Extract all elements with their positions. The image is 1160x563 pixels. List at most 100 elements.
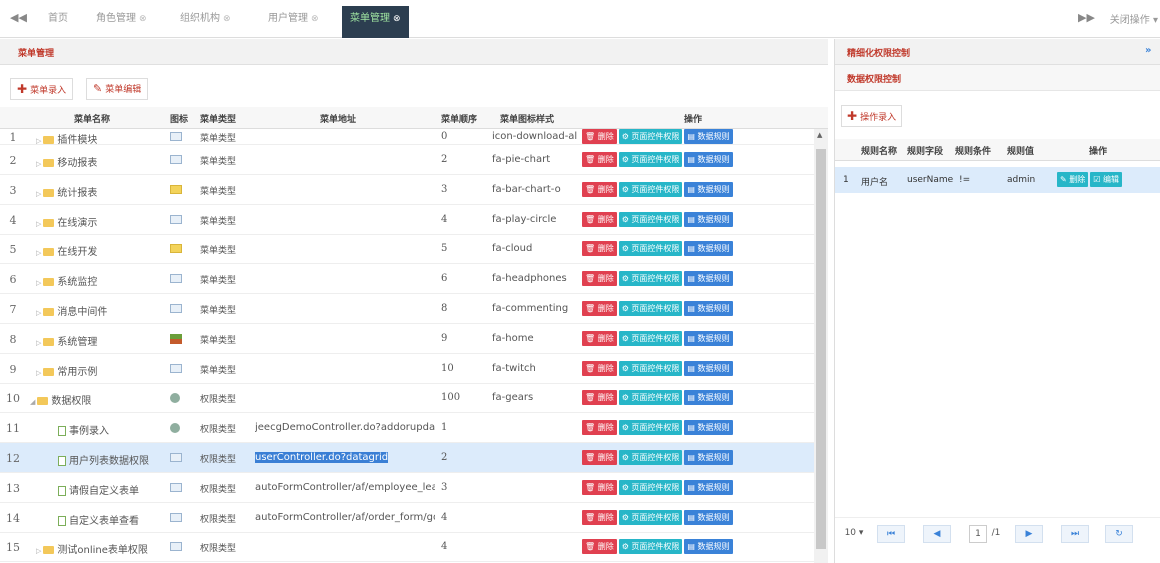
rule-row[interactable]: 1 用户名 userName != admin ✎ 删除 ☑ 编辑	[835, 167, 1160, 193]
close-operations-menu[interactable]: 关闭操作 ▾	[1110, 11, 1158, 26]
page-permission-button[interactable]: ⚙ 页面控件权限	[618, 301, 683, 316]
last-page-button[interactable]: ⏭	[1061, 525, 1089, 543]
column-header[interactable]: 菜单类型	[200, 112, 236, 125]
table-row[interactable]: 10 ◢ 数据权限 权限类型 100 fa-gears 🗑 删除 ⚙ 页面控件权限 ▤ 数据规则	[0, 383, 814, 414]
delete-button[interactable]: 🗑 删除	[582, 301, 617, 316]
close-icon[interactable]: ⊗	[393, 14, 401, 24]
table-row[interactable]: 11 事例录入 权限类型 jeecgDemoController.do?addorup…	[0, 413, 814, 444]
data-rule-button[interactable]: ▤ 数据规则	[684, 450, 733, 465]
delete-button[interactable]: 🗑 删除	[582, 450, 617, 465]
delete-button[interactable]: 🗑 删除	[582, 360, 617, 376]
column-header[interactable]: 菜单顺序	[441, 112, 477, 125]
prev-page-button[interactable]: ◀	[923, 525, 951, 543]
table-row[interactable]: 3 ▷ 统计报表 菜单类型 3 fa-bar-chart-o 🗑 删除 ⚙ 页面控件权限 ▤ 数…	[0, 175, 814, 205]
column-header[interactable]: 菜单地址	[320, 112, 356, 125]
delete-button[interactable]: 🗑 删除	[582, 479, 617, 495]
close-icon[interactable]: ⊗	[139, 14, 147, 24]
page-permission-button[interactable]: ⚙ 页面控件权限	[618, 129, 683, 144]
tab-user-management[interactable]: 用户管理 ⊗	[268, 6, 319, 38]
column-header[interactable]: 菜单图标样式	[500, 112, 554, 125]
table-row[interactable]: 6 ▷ 系统监控 菜单类型 6 fa-headphones 🗑 删除 ⚙ 页面控件权限 ▤ 数据…	[0, 264, 814, 295]
tab-menu-management[interactable]: 菜单管理 ⊗	[342, 6, 409, 38]
page-permission-button[interactable]: ⚙ 页面控件权限	[618, 152, 683, 167]
add-operation-button[interactable]: ✚ 操作录入	[841, 105, 903, 127]
page-permission-button[interactable]: ⚙ 页面控件权限	[618, 539, 683, 555]
expand-icon[interactable]: ▷	[36, 369, 41, 377]
table-row[interactable]: 5 ▷ 在线开发 菜单类型 5 fa-cloud 🗑 删除 ⚙ 页面控件权限 ▤ 数据规则	[0, 234, 814, 265]
expand-icon[interactable]: ▷	[36, 279, 41, 287]
table-row[interactable]: 9 ▷ 常用示例 菜单类型 10 fa-twitch 🗑 删除 ⚙ 页面控件权限 ▤ 数据规则	[0, 354, 814, 384]
data-rule-button[interactable]: ▤ 数据规则	[684, 479, 733, 495]
page-permission-button[interactable]: ⚙ 页面控件权限	[618, 420, 683, 436]
scroll-right-icon[interactable]: ▶▶	[1078, 11, 1095, 24]
data-rule-button[interactable]: ▤ 数据规则	[684, 181, 733, 197]
data-rule-button[interactable]: ▤ 数据规则	[684, 539, 733, 555]
column-header[interactable]: 规则字段	[907, 144, 943, 157]
table-row[interactable]: 15 ▷ 测试online表单权限 权限类型 4 🗑 删除 ⚙ 页面控件权限 ▤ 数据规则	[0, 532, 814, 563]
column-header[interactable]: 操作	[684, 112, 702, 125]
data-rule-button[interactable]: ▤ 数据规则	[684, 390, 733, 406]
table-row[interactable]: 4 ▷ 在线演示 菜单类型 4 fa-play-circle 🗑 删除 ⚙ 页面控件权限 ▤ 数…	[0, 205, 814, 235]
delete-button[interactable]: 🗑 删除	[582, 539, 617, 555]
table-row[interactable]: 2 ▷ 移动报表 菜单类型 2 fa-pie-chart 🗑 删除 ⚙ 页面控件权限 ▤ 数据规…	[0, 145, 814, 175]
column-header[interactable]: 规则值	[1007, 144, 1034, 157]
delete-button[interactable]: 🗑 删除	[582, 129, 617, 144]
page-permission-button[interactable]: ⚙ 页面控件权限	[618, 181, 683, 197]
expand-icon[interactable]: ▷	[36, 160, 41, 168]
delete-button[interactable]: 🗑 删除	[582, 241, 617, 257]
data-rule-button[interactable]: ▤ 数据规则	[684, 129, 733, 144]
scroll-up-icon[interactable]: ▲	[817, 131, 822, 139]
tab-organization[interactable]: 组织机构 ⊗	[180, 6, 231, 38]
delete-rule-button[interactable]: ✎ 删除	[1057, 172, 1089, 187]
table-row[interactable]: 12 用户列表数据权限 权限类型 userController.do?datagrid…	[0, 443, 814, 473]
page-permission-button[interactable]: ⚙ 页面控件权限	[618, 271, 683, 287]
table-row[interactable]: 13 请假自定义表单 权限类型 autoFormController/af/emplo…	[0, 473, 814, 503]
column-header[interactable]: 菜单名称	[74, 112, 110, 125]
close-icon[interactable]: ⊗	[311, 14, 319, 24]
column-header[interactable]: 规则条件	[955, 144, 991, 157]
next-page-button[interactable]: ▶	[1015, 525, 1043, 543]
vertical-scrollbar[interactable]: ▲	[814, 129, 828, 563]
expand-icon[interactable]: ▷	[36, 249, 41, 257]
expand-icon[interactable]: ▷	[36, 220, 41, 228]
page-number-input[interactable]: 1	[969, 525, 987, 543]
tab-role-management[interactable]: 角色管理 ⊗	[96, 6, 147, 38]
page-permission-button[interactable]: ⚙ 页面控件权限	[618, 479, 683, 495]
data-rule-button[interactable]: ▤ 数据规则	[684, 509, 733, 525]
data-rule-button[interactable]: ▤ 数据规则	[684, 360, 733, 376]
data-rule-button[interactable]: ▤ 数据规则	[684, 330, 733, 346]
delete-button[interactable]: 🗑 删除	[582, 390, 617, 406]
page-size-select[interactable]: 10 ▾	[841, 525, 867, 543]
page-permission-button[interactable]: ⚙ 页面控件权限	[618, 450, 683, 465]
first-page-button[interactable]: ⏮	[877, 525, 905, 543]
delete-button[interactable]: 🗑 删除	[582, 330, 617, 346]
delete-button[interactable]: 🗑 删除	[582, 181, 617, 197]
expand-icon[interactable]: ▷	[36, 190, 41, 198]
column-header[interactable]: 操作	[1089, 144, 1107, 157]
table-row[interactable]: 8 ▷ 系统管理 菜单类型 9 fa-home 🗑 删除 ⚙ 页面控件权限 ▤ 数据规则	[0, 324, 814, 354]
page-permission-button[interactable]: ⚙ 页面控件权限	[618, 390, 683, 406]
table-row[interactable]: 14 自定义表单查看 权限类型 autoFormController/af/order…	[0, 503, 814, 533]
add-menu-button[interactable]: ✚ 菜单录入	[10, 78, 74, 100]
column-header[interactable]: 规则名称	[861, 144, 897, 157]
data-rule-button[interactable]: ▤ 数据规则	[684, 420, 733, 436]
expand-icon[interactable]: ▷	[36, 137, 41, 145]
data-rule-button[interactable]: ▤ 数据规则	[684, 301, 733, 316]
data-rule-button[interactable]: ▤ 数据规则	[684, 211, 733, 227]
collapse-icon[interactable]: ◢	[30, 398, 35, 406]
page-permission-button[interactable]: ⚙ 页面控件权限	[618, 330, 683, 346]
delete-button[interactable]: 🗑 删除	[582, 420, 617, 436]
delete-button[interactable]: 🗑 删除	[582, 211, 617, 227]
delete-button[interactable]: 🗑 删除	[582, 271, 617, 287]
data-rule-button[interactable]: ▤ 数据规则	[684, 241, 733, 257]
collapse-icon[interactable]: »	[1145, 45, 1151, 56]
tab-home[interactable]: 首页	[48, 6, 68, 38]
delete-button[interactable]: 🗑 删除	[582, 509, 617, 525]
page-permission-button[interactable]: ⚙ 页面控件权限	[618, 360, 683, 376]
close-icon[interactable]: ⊗	[223, 14, 231, 24]
edit-menu-button[interactable]: ✎ 菜单编辑	[86, 78, 149, 100]
delete-button[interactable]: 🗑 删除	[582, 152, 617, 167]
page-permission-button[interactable]: ⚙ 页面控件权限	[618, 509, 683, 525]
page-permission-button[interactable]: ⚙ 页面控件权限	[618, 241, 683, 257]
data-rule-button[interactable]: ▤ 数据规则	[684, 271, 733, 287]
